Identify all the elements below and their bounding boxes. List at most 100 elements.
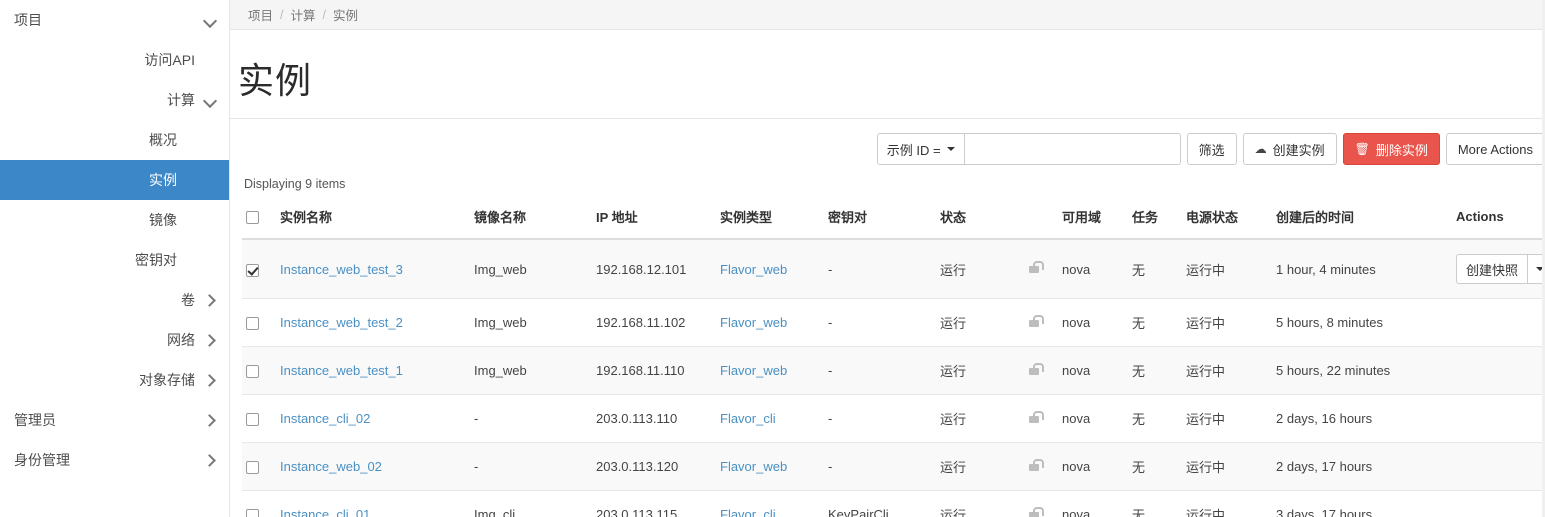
instance-name-link[interactable]: Instance_web_02 bbox=[280, 459, 382, 474]
keypair-cell: - bbox=[824, 298, 936, 347]
actions-cell bbox=[1452, 346, 1545, 395]
keypair-cell: - bbox=[824, 346, 936, 395]
sidebar-item-11[interactable]: 身份管理 bbox=[0, 440, 229, 480]
row-checkbox[interactable] bbox=[246, 413, 259, 427]
sidebar-item-3[interactable]: 概况 bbox=[0, 120, 229, 160]
breadcrumb-item-instances[interactable]: 实例 bbox=[333, 5, 358, 24]
time-since-created-cell: 2 days, 17 hours bbox=[1272, 442, 1452, 491]
column-header-ip[interactable]: IP 地址 bbox=[592, 201, 716, 240]
status-cell: 运行 bbox=[936, 298, 1024, 347]
instance-name-cell: Instance_cli_01 bbox=[276, 490, 470, 517]
keypair-cell: - bbox=[824, 442, 936, 491]
instance-name-cell: Instance_web_test_2 bbox=[276, 298, 470, 347]
table-row[interactable]: Instance_cli_01 Img_cli 203.0.113.115 Flavo… bbox=[242, 490, 1545, 517]
delete-instance-button[interactable]: 🗑 删除实例 bbox=[1342, 133, 1440, 165]
instance-name-cell: Instance_web_test_1 bbox=[276, 346, 470, 395]
row-checkbox[interactable] bbox=[246, 509, 259, 517]
sidebar-item-2[interactable]: 计算 bbox=[0, 80, 229, 120]
column-header-flavor[interactable]: 实例类型 bbox=[716, 201, 824, 240]
table-row[interactable]: Instance_web_test_3 Img_web 192.168.12.101… bbox=[242, 239, 1545, 299]
create-instance-button[interactable]: ☁ 创建实例 bbox=[1242, 133, 1337, 165]
power-state-cell: 运行中 bbox=[1182, 490, 1272, 517]
row-checkbox[interactable] bbox=[246, 317, 259, 331]
image-name-cell: Img_web bbox=[470, 239, 592, 299]
keypair-cell: KeyPairCli bbox=[824, 490, 936, 517]
flavor-link[interactable]: Flavor_web bbox=[720, 363, 787, 378]
more-actions-button[interactable]: More Actions bbox=[1445, 133, 1545, 165]
create-snapshot-split-button: 创建快照 bbox=[1456, 254, 1545, 284]
row-checkbox[interactable] bbox=[246, 365, 259, 379]
column-header-status[interactable]: 状态 bbox=[936, 201, 1024, 240]
keypair-cell: - bbox=[824, 239, 936, 299]
sidebar-item-label: 概况 bbox=[149, 132, 177, 148]
sidebar-item-label: 密钥对 bbox=[135, 252, 177, 268]
filter-button[interactable]: 筛选 bbox=[1186, 133, 1237, 165]
flavor-link[interactable]: Flavor_web bbox=[720, 459, 787, 474]
availability-zone-cell: nova bbox=[1058, 239, 1128, 299]
row-select-cell bbox=[242, 346, 276, 395]
flavor-link[interactable]: Flavor_cli bbox=[720, 411, 776, 426]
breadcrumb-item-project[interactable]: 项目 bbox=[248, 5, 273, 24]
column-header-name[interactable]: 实例名称 bbox=[276, 201, 470, 240]
create-snapshot-button[interactable]: 创建快照 bbox=[1456, 254, 1529, 284]
time-since-created-cell: 3 days, 17 hours bbox=[1272, 490, 1452, 517]
column-header-power[interactable]: 电源状态 bbox=[1182, 201, 1272, 240]
row-select-cell bbox=[242, 490, 276, 517]
actions-cell bbox=[1452, 490, 1545, 517]
filter-field-label: 示例 ID = bbox=[886, 142, 941, 158]
ip-address-cell: 203.0.113.120 bbox=[592, 442, 716, 491]
instance-name-link[interactable]: Instance_cli_01 bbox=[280, 507, 370, 517]
instance-name-link[interactable]: Instance_cli_02 bbox=[280, 411, 370, 426]
sidebar-item-9[interactable]: 对象存储 bbox=[0, 360, 229, 400]
time-since-created-cell: 1 hour, 4 minutes bbox=[1272, 239, 1452, 299]
select-all-checkbox[interactable] bbox=[246, 211, 259, 225]
instance-name-link[interactable]: Instance_web_test_2 bbox=[280, 315, 403, 330]
status-cell: 运行 bbox=[936, 394, 1024, 443]
row-select-cell bbox=[242, 442, 276, 491]
sidebar-item-0[interactable]: 项目 bbox=[0, 0, 229, 40]
sidebar-item-8[interactable]: 网络 bbox=[0, 320, 229, 360]
instance-name-link[interactable]: Instance_web_test_1 bbox=[280, 363, 403, 378]
availability-zone-cell: nova bbox=[1058, 490, 1128, 517]
flavor-link[interactable]: Flavor_web bbox=[720, 315, 787, 330]
row-checkbox[interactable] bbox=[246, 263, 259, 277]
actions-cell bbox=[1452, 442, 1545, 491]
chevron-right-icon bbox=[203, 293, 217, 307]
column-header-image[interactable]: 镜像名称 bbox=[470, 201, 592, 240]
row-checkbox[interactable] bbox=[246, 461, 259, 475]
table-row[interactable]: Instance_cli_02-203.0.113.110 Flavor_cli -… bbox=[242, 394, 1545, 443]
flavor-link[interactable]: Flavor_cli bbox=[720, 507, 776, 517]
table-row[interactable]: Instance_web_02-203.0.113.120 Flavor_web -… bbox=[242, 442, 1545, 491]
column-header-az[interactable]: 可用域 bbox=[1058, 201, 1128, 240]
ip-address-cell: 192.168.11.102 bbox=[592, 298, 716, 347]
lock-cell bbox=[1024, 298, 1058, 347]
breadcrumb-item-compute[interactable]: 计算 bbox=[291, 5, 316, 24]
sidebar-item-1[interactable]: 访问API bbox=[0, 40, 229, 80]
sidebar-item-6[interactable]: 密钥对 bbox=[0, 240, 229, 280]
sidebar-item-7[interactable]: 卷 bbox=[0, 280, 229, 320]
column-header-keypair[interactable]: 密钥对 bbox=[824, 201, 936, 240]
table-row[interactable]: Instance_web_test_2 Img_web 192.168.11.102… bbox=[242, 298, 1545, 347]
availability-zone-cell: nova bbox=[1058, 442, 1128, 491]
sidebar-item-4[interactable]: 实例 bbox=[0, 160, 229, 200]
flavor-cell: Flavor_web bbox=[716, 298, 824, 347]
column-header-since[interactable]: 创建后的时间 bbox=[1272, 201, 1452, 240]
lock-cell bbox=[1024, 394, 1058, 443]
chevron-down-icon bbox=[203, 13, 217, 27]
column-header-task[interactable]: 任务 bbox=[1128, 201, 1182, 240]
table-row[interactable]: Instance_web_test_1 Img_web 192.168.11.110… bbox=[242, 346, 1545, 395]
sidebar-item-10[interactable]: 管理员 bbox=[0, 400, 229, 440]
task-cell: 无 bbox=[1128, 442, 1182, 491]
delete-instance-label: 删除实例 bbox=[1375, 142, 1428, 158]
status-cell: 运行 bbox=[936, 239, 1024, 299]
flavor-cell: Flavor_cli bbox=[716, 490, 824, 517]
lock-cell bbox=[1024, 442, 1058, 491]
search-input[interactable] bbox=[964, 133, 1181, 165]
availability-zone-cell: nova bbox=[1058, 346, 1128, 395]
instance-name-link[interactable]: Instance_web_test_3 bbox=[280, 262, 403, 277]
status-cell: 运行 bbox=[936, 442, 1024, 491]
filter-field-select[interactable]: 示例 ID = bbox=[876, 133, 965, 165]
instance-name-cell: Instance_web_test_3 bbox=[276, 239, 470, 299]
sidebar-item-5[interactable]: 镜像 bbox=[0, 200, 229, 240]
flavor-link[interactable]: Flavor_web bbox=[720, 262, 787, 277]
